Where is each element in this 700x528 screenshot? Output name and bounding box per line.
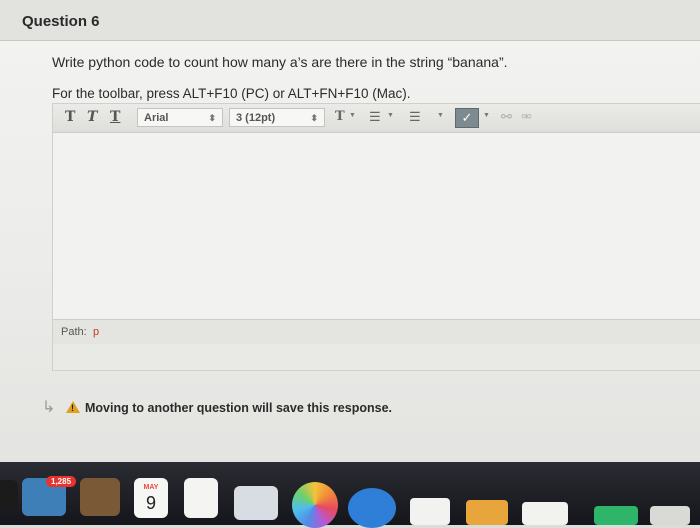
question-header: Question 6 <box>0 0 700 41</box>
select-arrows-icon: ⬍ <box>310 113 318 123</box>
italic-button[interactable]: T <box>87 109 97 125</box>
editor-text-area[interactable] <box>53 133 700 319</box>
numbers-icon[interactable] <box>594 506 638 525</box>
dock <box>0 462 700 528</box>
reminders-icon[interactable] <box>184 478 218 518</box>
contacts-icon[interactable] <box>80 478 120 516</box>
calendar-month: MAY <box>143 484 159 491</box>
toolbar-hint: For the toolbar, press ALT+F10 (PC) or A… <box>52 86 411 101</box>
app-icon[interactable] <box>0 480 18 510</box>
chevron-down-icon[interactable]: ▼ <box>483 112 490 119</box>
chevron-down-icon[interactable]: ▼ <box>387 112 394 119</box>
answer-editor: T T T Arial ⬍ 3 (12pt) ⬍ T ▼ ☰ ▼ ☰ ▼ ✓ ▼… <box>52 103 700 371</box>
spellcheck-icon[interactable]: ✓ <box>455 108 479 128</box>
warning-exclamation: ! <box>71 403 74 413</box>
path-label: Path: <box>61 326 87 338</box>
text-color-icon[interactable]: T <box>335 109 345 124</box>
path-value[interactable]: p <box>93 326 99 338</box>
chevron-down-icon[interactable]: ▼ <box>437 112 444 119</box>
link-icon[interactable]: ⚯ <box>501 109 512 125</box>
calendar-day: 9 <box>145 493 156 513</box>
preview-icon[interactable] <box>234 486 278 520</box>
editor-path-bar: Path: p <box>53 319 700 345</box>
safari-icon[interactable] <box>348 488 396 528</box>
unlink-icon[interactable]: ⚮ <box>521 109 532 125</box>
question-page: Question 6 Write python code to count ho… <box>0 0 700 470</box>
numbered-list-icon[interactable]: ☰ <box>409 109 421 125</box>
editor-resize-strip[interactable] <box>53 344 700 370</box>
font-size-select[interactable]: 3 (12pt) ⬍ <box>229 108 325 127</box>
app-icon[interactable] <box>466 500 508 525</box>
underline-button[interactable]: T <box>110 109 120 125</box>
question-prompt: Write python code to count how many a’s … <box>52 54 508 70</box>
font-size-value: 3 (12pt) <box>236 112 276 124</box>
font-family-value: Arial <box>144 112 169 124</box>
photos-icon[interactable] <box>292 482 338 528</box>
font-family-select[interactable]: Arial ⬍ <box>137 108 223 127</box>
bold-button[interactable]: T <box>65 109 75 125</box>
save-warning-message: Moving to another question will save thi… <box>85 401 392 415</box>
app-icon[interactable] <box>522 502 568 525</box>
arrow-icon: ↳ <box>42 399 56 416</box>
app-icon[interactable] <box>650 506 690 525</box>
mail-badge: 1,285 <box>46 476 77 487</box>
select-arrows-icon: ⬍ <box>208 113 216 123</box>
question-title: Question 6 <box>22 13 100 30</box>
chevron-down-icon[interactable]: ▼ <box>349 112 356 119</box>
bullet-list-icon[interactable]: ☰ <box>369 109 381 125</box>
editor-toolbar: T T T Arial ⬍ 3 (12pt) ⬍ T ▼ ☰ ▼ ☰ ▼ ✓ ▼… <box>53 104 700 133</box>
notes-icon[interactable] <box>410 498 450 525</box>
